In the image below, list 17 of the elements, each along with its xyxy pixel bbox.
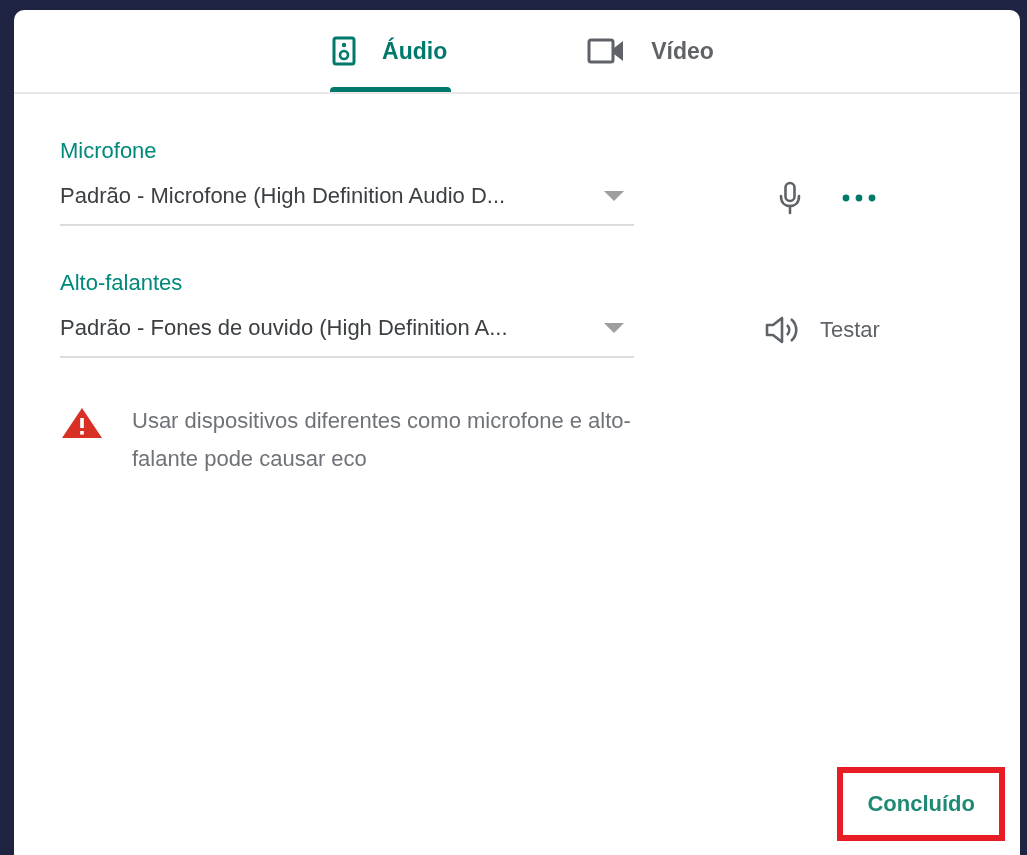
done-button[interactable]: Concluído	[847, 777, 995, 831]
speaker-icon	[332, 34, 357, 68]
test-button[interactable]: Testar	[764, 314, 880, 346]
caret-icon	[604, 191, 624, 201]
field-label: Alto-falantes	[60, 270, 184, 296]
warning-message: Usar dispositivos diferentes como microfone e alto-falante pode causar eco	[132, 407, 632, 473]
video-camera-icon	[587, 37, 626, 65]
field-label: Microfone	[60, 138, 158, 164]
more-options-icon[interactable]	[842, 194, 876, 202]
tab[interactable]: Vídeo	[587, 10, 714, 92]
tab[interactable]: Áudio	[332, 10, 448, 92]
microphone-icon[interactable]	[778, 181, 802, 215]
device-dropdown[interactable]: Padrão - Fones de ouvido (High Definition A...	[60, 308, 634, 358]
device-dropdown[interactable]: Padrão - Microfone (High Definition Audio D...	[60, 176, 634, 226]
caret-icon	[604, 323, 624, 333]
volume-icon	[764, 314, 800, 346]
warning-icon	[60, 406, 104, 440]
